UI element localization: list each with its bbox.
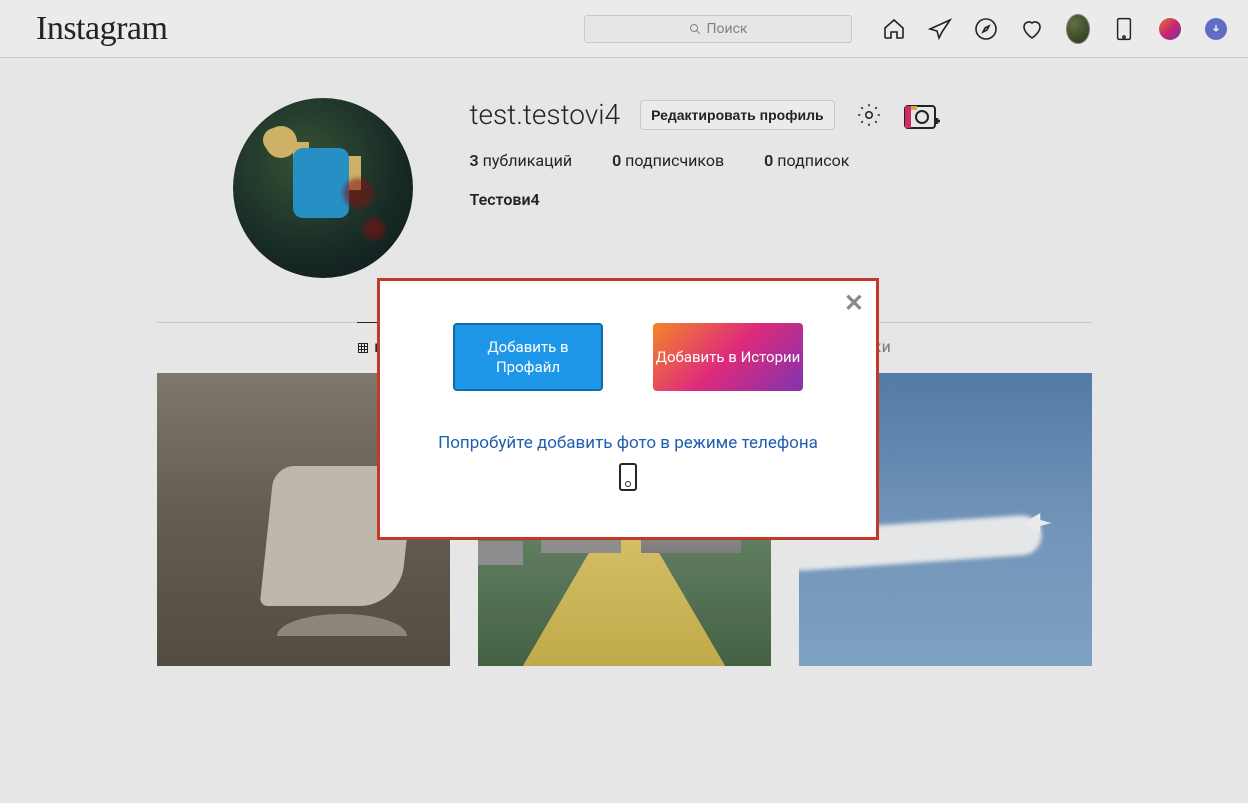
add-to-stories-button[interactable]: Добавить в Истории — [653, 323, 803, 391]
close-icon[interactable]: ✕ — [844, 289, 864, 317]
modal-buttons: Добавить в Профайл Добавить в Истории — [400, 323, 856, 391]
add-to-profile-button[interactable]: Добавить в Профайл — [453, 323, 603, 391]
phone-mode-icon[interactable] — [400, 463, 856, 491]
modal-hint-text: Попробуйте добавить фото в режиме телефо… — [400, 433, 856, 453]
add-post-modal: ✕ Добавить в Профайл Добавить в Истории … — [377, 278, 879, 540]
